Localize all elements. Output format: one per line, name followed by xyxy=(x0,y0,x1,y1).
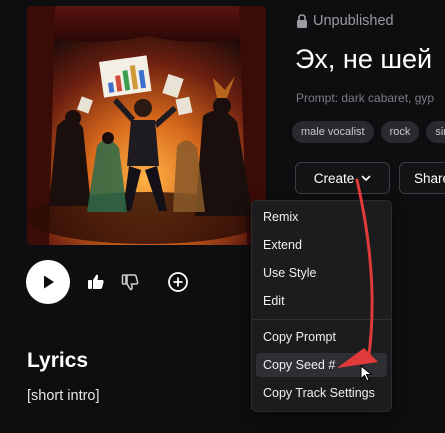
menu-item-remix[interactable]: Remix xyxy=(256,205,387,229)
thumbs-up-icon xyxy=(88,274,104,289)
plus-circle-icon xyxy=(168,272,188,292)
lyrics-heading: Lyrics xyxy=(27,349,89,372)
share-button-label: Share xyxy=(414,170,445,186)
menu-item-extend[interactable]: Extend xyxy=(256,233,387,257)
song-title: Эх, не шей xyxy=(295,44,433,74)
publish-status: Unpublished xyxy=(296,13,394,29)
create-button[interactable]: Create xyxy=(295,162,390,194)
add-to-playlist-button[interactable] xyxy=(166,270,190,294)
play-icon xyxy=(44,275,54,289)
create-button-label: Create xyxy=(313,170,355,186)
thumbs-down-icon xyxy=(121,274,139,291)
publish-status-text: Unpublished xyxy=(313,13,394,29)
tag-chip[interactable]: rock xyxy=(380,121,420,143)
play-button[interactable] xyxy=(26,260,70,304)
like-button[interactable] xyxy=(84,270,108,294)
lock-icon xyxy=(297,14,307,28)
menu-item-copy-track-settings[interactable]: Copy Track Settings xyxy=(256,381,387,405)
lyrics-first-line: [short intro] xyxy=(27,388,100,404)
mouse-cursor-icon xyxy=(360,365,373,382)
menu-item-copy-prompt[interactable]: Copy Prompt xyxy=(256,325,387,349)
chevron-down-icon xyxy=(361,175,371,181)
song-page: Lyrics [short intro] Unpublished Эх, не … xyxy=(0,0,445,433)
cover-art-image[interactable] xyxy=(27,6,266,245)
menu-item-use-style[interactable]: Use Style xyxy=(256,261,387,285)
tag-chip[interactable]: male vocalist xyxy=(292,121,374,143)
genre-tags: male vocalist rock sing xyxy=(292,121,445,143)
dislike-button[interactable] xyxy=(118,270,142,294)
tag-chip[interactable]: sing xyxy=(426,121,445,143)
song-prompt: Prompt: dark cabaret, gyp xyxy=(296,91,435,105)
menu-divider xyxy=(252,319,391,320)
menu-item-edit[interactable]: Edit xyxy=(256,289,387,313)
share-button[interactable]: Share xyxy=(399,162,445,194)
